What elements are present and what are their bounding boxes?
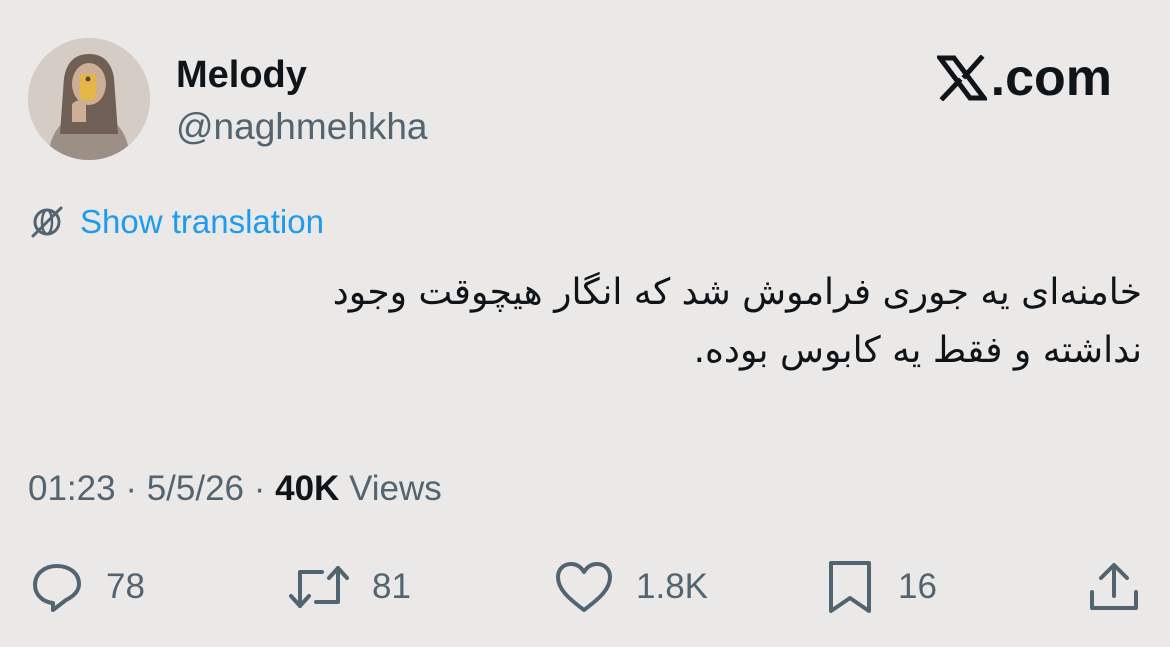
globe-slash-icon	[31, 206, 63, 238]
show-translation-link[interactable]: Show translation	[28, 200, 324, 244]
action-bar: 78 81 1.8K 16	[0, 557, 1170, 617]
bookmark-count: 16	[898, 567, 937, 606]
meta-separator: ·	[244, 469, 276, 508]
x-brand: .com	[936, 48, 1112, 108]
display-name[interactable]: Melody	[176, 52, 307, 98]
user-handle[interactable]: @naghmehkha	[176, 104, 428, 150]
avatar[interactable]	[28, 38, 150, 160]
reply-button[interactable]: 78	[28, 557, 145, 617]
tweet-text-line-2: نداشته و فقط یه کابوس بوده.	[693, 330, 1142, 371]
x-logo-icon	[936, 55, 987, 101]
repost-icon	[289, 566, 349, 608]
views-count[interactable]: 40K	[275, 469, 339, 508]
like-button[interactable]: 1.8K	[552, 557, 708, 617]
reply-icon	[33, 564, 81, 612]
tweet-meta: 01:23 · 5/5/26 · 40K Views	[28, 466, 442, 512]
repost-button[interactable]: 81	[286, 557, 411, 617]
bookmark-icon	[829, 561, 871, 613]
x-brand-domain: .com	[990, 49, 1112, 107]
heart-icon	[556, 562, 612, 612]
share-button[interactable]	[1086, 557, 1142, 617]
tweet-date[interactable]: 5/5/26	[147, 469, 244, 508]
like-count: 1.8K	[636, 567, 708, 606]
tweet-text-line-1: خامنه‌ای یه جوری فراموش شد که انگار هیچو…	[332, 272, 1142, 313]
avatar-photo	[28, 38, 150, 160]
show-translation-label: Show translation	[80, 203, 324, 240]
tweet-time[interactable]: 01:23	[28, 469, 116, 508]
bookmark-button[interactable]: 16	[822, 557, 937, 617]
repost-count: 81	[372, 567, 411, 606]
meta-separator: ·	[115, 469, 147, 508]
views-label: Views	[339, 469, 442, 508]
tweet-text: خامنه‌ای یه جوری فراموش شد که انگار هیچو…	[142, 264, 1142, 380]
reply-count: 78	[106, 567, 145, 606]
share-icon	[1090, 563, 1138, 610]
